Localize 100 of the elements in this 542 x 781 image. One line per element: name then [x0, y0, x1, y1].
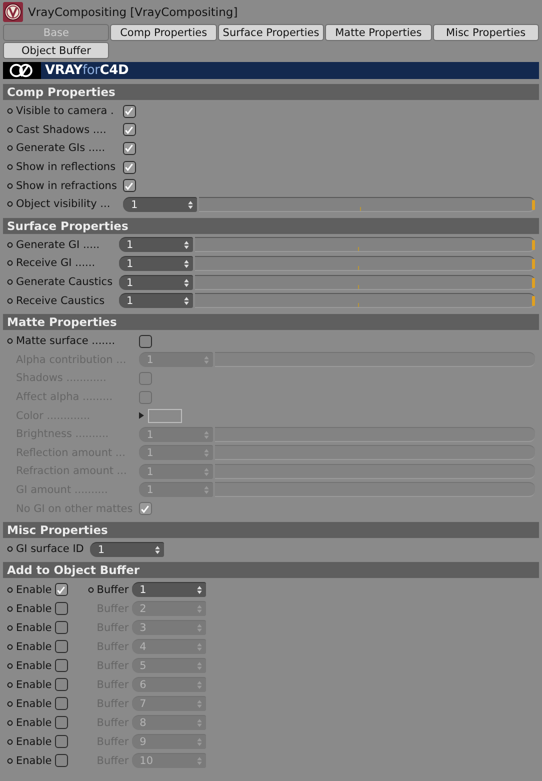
tab[interactable]: Surface Properties	[218, 24, 324, 41]
property-label: Enable	[16, 754, 52, 767]
spinner-arrows-icon	[196, 624, 202, 632]
circle-icon[interactable]	[7, 145, 13, 152]
spinner-arrows-icon	[196, 662, 202, 670]
circle-icon[interactable]	[7, 758, 13, 764]
property-label: Buffer	[96, 584, 129, 596]
tab[interactable]: Misc Properties	[432, 24, 539, 41]
property-label: Matte surface .......	[16, 335, 116, 348]
section-header: Misc Properties	[3, 522, 539, 538]
number-field[interactable]: 1	[132, 582, 206, 598]
spinner-arrows-icon	[196, 738, 202, 746]
property-label: Object visibility ...	[16, 198, 110, 210]
circle-icon[interactable]	[7, 682, 13, 688]
spinner-arrows-icon	[196, 719, 202, 728]
color-swatch[interactable]	[148, 408, 182, 423]
circle-icon[interactable]	[7, 720, 13, 726]
section-header: Matte Properties	[3, 314, 539, 330]
circle-icon[interactable]	[7, 201, 13, 208]
checkbox[interactable]	[122, 160, 136, 174]
property-label: Show in refractions	[16, 180, 117, 192]
slider-thumb[interactable]	[532, 278, 535, 288]
circle-icon[interactable]	[7, 182, 13, 189]
circle-icon[interactable]	[7, 700, 13, 707]
checkbox[interactable]	[122, 123, 136, 136]
number-field[interactable]: 1	[118, 237, 193, 252]
number-field[interactable]: 1	[118, 256, 193, 271]
spinner-arrows-icon	[196, 681, 202, 690]
spinner-arrows-icon	[188, 200, 193, 209]
checkbox[interactable]	[122, 179, 136, 192]
spinner-arrows-icon	[196, 605, 202, 614]
tab[interactable]: Comp Properties	[110, 24, 217, 41]
checkbox[interactable]	[138, 334, 152, 348]
circle-icon[interactable]	[7, 546, 13, 552]
spinner-arrows-icon	[184, 297, 189, 306]
app-icon	[3, 2, 23, 22]
property-label: Cast Shadows ....	[16, 124, 106, 136]
spinner-arrows-icon	[204, 486, 209, 494]
logo-icon	[3, 62, 41, 79]
spinner-arrows-icon	[154, 546, 160, 554]
checkbox[interactable]	[54, 583, 68, 596]
number-field[interactable]: 1	[118, 274, 193, 290]
spinner-arrows-icon	[196, 586, 202, 594]
spinner-arrows-icon	[204, 356, 209, 364]
property-label: Receive GI ......	[16, 257, 96, 270]
property-label: Enable	[16, 640, 52, 653]
circle-icon[interactable]	[7, 126, 13, 133]
circle-icon[interactable]	[7, 108, 13, 114]
property-label: Enable	[16, 584, 52, 596]
property-label: Enable	[16, 736, 52, 748]
property-label: Enable	[16, 602, 52, 615]
number-field[interactable]: 1	[118, 293, 193, 308]
checkbox[interactable]	[122, 142, 136, 155]
circle-icon[interactable]	[7, 738, 13, 745]
spinner-arrows-icon	[184, 241, 189, 250]
brand-logo: VRAYforC4D	[45, 63, 129, 78]
spinner-arrows-icon	[184, 278, 189, 287]
spinner-arrows-icon	[204, 430, 209, 439]
spinner-arrows-icon	[204, 449, 209, 458]
spinner-arrows-icon	[184, 260, 189, 268]
circle-icon[interactable]	[7, 279, 13, 286]
property-label: Generate GI .....	[16, 238, 100, 251]
tab[interactable]: Matte Properties	[325, 24, 432, 41]
property-label: Show in reflections	[16, 161, 116, 174]
circle-icon[interactable]	[7, 298, 13, 304]
checkbox[interactable]	[122, 104, 136, 118]
circle-icon[interactable]	[7, 164, 13, 170]
section-header: Comp Properties	[3, 84, 539, 100]
tab[interactable]: Base	[3, 24, 110, 41]
number-field[interactable]: 1	[122, 196, 197, 212]
spinner-arrows-icon	[196, 757, 202, 766]
property-label: Enable	[16, 716, 52, 729]
number-field[interactable]: 1	[90, 542, 164, 557]
property-label: Generate Caustics	[16, 276, 113, 288]
circle-icon[interactable]	[7, 662, 13, 669]
property-label: Enable	[16, 622, 52, 634]
slider-thumb[interactable]	[532, 296, 535, 306]
circle-icon[interactable]	[7, 338, 13, 344]
tab[interactable]: Object Buffer	[3, 42, 110, 59]
slider-thumb[interactable]	[532, 240, 535, 250]
circle-icon[interactable]	[7, 624, 13, 631]
property-label: Receive Caustics	[16, 294, 105, 307]
circle-icon[interactable]	[88, 586, 94, 593]
circle-icon[interactable]	[7, 242, 13, 248]
property-label: Visible to camera .	[16, 105, 114, 118]
property-label: Generate GIs .....	[16, 142, 106, 154]
property-label: GI surface ID	[16, 543, 84, 556]
section-header: Add to Object Buffer	[3, 562, 539, 578]
section-header: Surface Properties	[3, 218, 539, 234]
slider-thumb[interactable]	[532, 258, 535, 269]
circle-icon[interactable]	[7, 644, 13, 650]
circle-icon[interactable]	[7, 260, 13, 266]
spinner-arrows-icon	[196, 643, 202, 652]
property-label: Enable	[16, 660, 52, 672]
slider-thumb[interactable]	[532, 200, 535, 210]
window-title: VrayCompositing [VrayCompositing]	[28, 4, 238, 18]
property-label: Enable	[16, 678, 52, 691]
property-label: Enable	[16, 698, 52, 710]
circle-icon[interactable]	[7, 606, 13, 612]
circle-icon[interactable]	[7, 586, 13, 593]
